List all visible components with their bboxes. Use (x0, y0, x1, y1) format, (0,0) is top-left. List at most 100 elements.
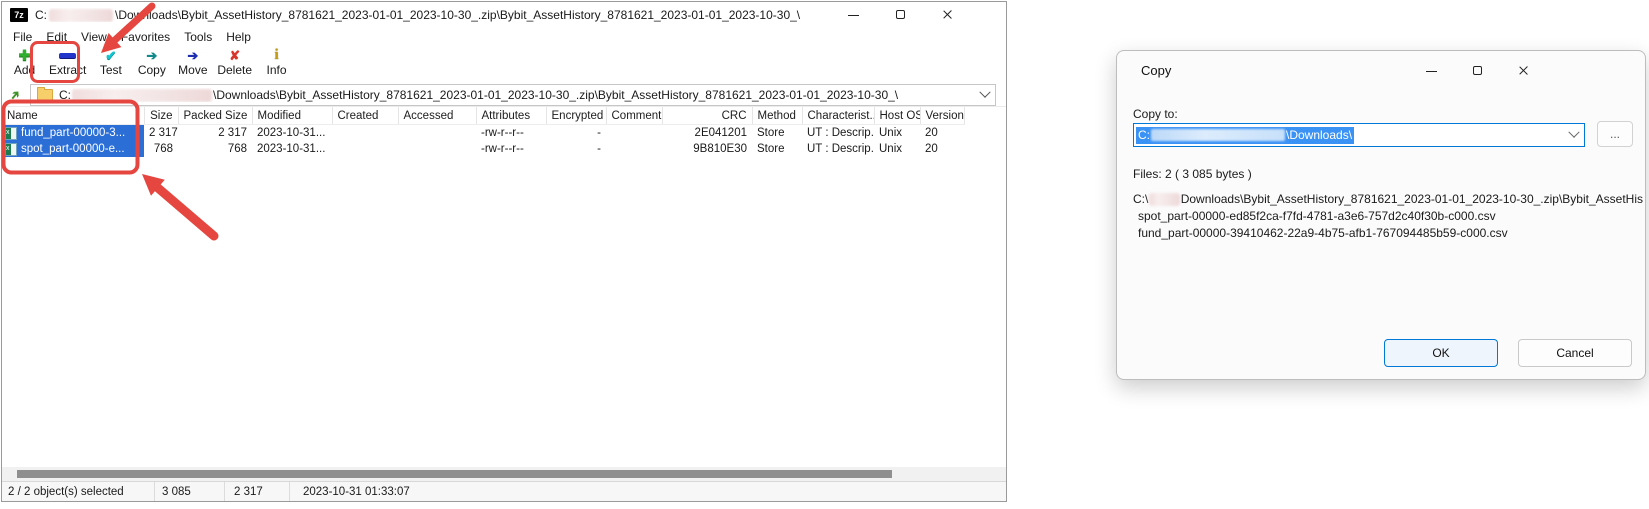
column-header-name[interactable]: Name (2, 107, 144, 125)
move-button[interactable]: Move (172, 47, 213, 77)
test-button[interactable]: Test (90, 47, 131, 77)
source-archive-path: C:\ Downloads\Bybit_AssetHistory_8781621_… (1133, 191, 1643, 208)
cell-packed-size: 2 317 (178, 125, 252, 142)
close-icon[interactable] (941, 8, 954, 21)
column-header-created[interactable]: Created (332, 107, 398, 125)
test-label: Test (100, 64, 122, 77)
file-name: spot_part-00000-e... (21, 143, 125, 155)
minimize-icon[interactable] (1425, 64, 1438, 77)
dialog-title: Copy (1141, 63, 1171, 78)
redacted-user-folder (49, 9, 113, 22)
horizontal-scrollbar[interactable] (2, 467, 1006, 481)
cancel-button[interactable]: Cancel (1518, 339, 1632, 367)
destination-combobox[interactable]: C:\Downloads\ (1133, 123, 1585, 147)
address-bar[interactable]: C:\Downloads\Bybit_AssetHistory_8781621_… (30, 84, 996, 106)
address-dropdown-chevron-icon[interactable] (979, 87, 990, 98)
address-archive-path: \Downloads\Bybit_AssetHistory_8781621_20… (213, 88, 898, 102)
copy-button[interactable]: Copy (131, 47, 172, 77)
file-row-fund[interactable]: fund_part-00000-3... 2 317 2 317 2023-10… (2, 125, 964, 142)
maximize-icon[interactable] (1471, 64, 1484, 77)
destination-dropdown-chevron-icon[interactable] (1568, 127, 1579, 138)
column-header-size[interactable]: Size (144, 107, 178, 125)
source-archive-path-text: Downloads\Bybit_AssetHistory_8781621_202… (1181, 191, 1643, 208)
file-row-spot[interactable]: spot_part-00000-e... 768 768 2023-10-31.… (2, 141, 964, 157)
move-arrow-icon (187, 47, 198, 64)
menu-help[interactable]: Help (219, 30, 258, 44)
folder-icon (37, 89, 53, 102)
maximize-icon[interactable] (894, 8, 907, 21)
cell-version: 20 (920, 125, 964, 142)
destination-folder: \Downloads\ (1286, 128, 1352, 142)
menu-favorites[interactable]: Favorites (114, 30, 177, 44)
minimize-icon[interactable] (847, 8, 860, 21)
column-header-attributes[interactable]: Attributes (476, 107, 546, 125)
menu-tools[interactable]: Tools (177, 30, 219, 44)
copy-dialog: Copy Copy to: C:\Downloads\ ... Files: 2… (1116, 50, 1646, 380)
column-header-host-os[interactable]: Host OS (874, 107, 920, 125)
7zip-window: 7z C: \Downloads\Bybit_AssetHistory_87816… (1, 1, 1007, 502)
title-drive-prefix: C: (35, 8, 47, 22)
csv-file-icon (5, 127, 17, 140)
copy-arrow-icon (146, 47, 157, 64)
column-header-encrypted[interactable]: Encrypted (546, 107, 606, 125)
cell-size: 2 317 (144, 125, 178, 142)
add-label: Add (14, 64, 35, 77)
cell-method: Store (752, 125, 802, 142)
horizontal-scrollbar-thumb[interactable] (17, 470, 892, 478)
close-icon[interactable] (1517, 64, 1530, 77)
info-icon (274, 47, 278, 64)
up-one-level-icon[interactable] (8, 88, 22, 102)
delete-button[interactable]: Delete (213, 47, 256, 77)
menu-file[interactable]: File (6, 30, 39, 44)
cell-characteristics: UT : Descrip... (802, 125, 874, 142)
redacted-user-folder (1149, 193, 1179, 206)
cell-name[interactable]: fund_part-00000-3... (2, 125, 144, 142)
titlebar: 7z C: \Downloads\Bybit_AssetHistory_87816… (2, 2, 1006, 28)
cell-accessed (398, 141, 476, 157)
menu-bar: File Edit View Favorites Tools Help (2, 28, 1006, 45)
column-header-version[interactable]: Version (920, 107, 964, 125)
delete-label: Delete (217, 64, 252, 77)
dialog-window-controls (1425, 64, 1530, 77)
files-summary: Files: 2 ( 3 085 bytes ) (1133, 167, 1252, 181)
destination-selected-text: C:\Downloads\ (1136, 127, 1354, 144)
file-list: Name Size Packed Size Modified Created A… (2, 106, 1006, 481)
extract-button[interactable]: Extract (45, 47, 90, 77)
column-header-modified[interactable]: Modified (252, 107, 332, 125)
cell-host-os: Unix (874, 141, 920, 157)
column-header-packed-size[interactable]: Packed Size (178, 107, 252, 125)
window-title: C: \Downloads\Bybit_AssetHistory_8781621_… (35, 8, 835, 22)
status-total-size: 3 085 (154, 482, 224, 501)
ok-button[interactable]: OK (1384, 339, 1498, 367)
screenshot-canvas: 7z C:\Downloads\Bybit_AssetHistory_87816… (0, 0, 1649, 509)
test-checkmark-icon (105, 47, 116, 64)
source-drive-prefix: C:\ (1133, 191, 1148, 208)
cell-version: 20 (920, 141, 964, 157)
menu-view[interactable]: View (74, 30, 114, 44)
cell-attributes: -rw-r--r-- (476, 125, 546, 142)
redacted-user-folder (72, 89, 212, 102)
info-button[interactable]: Info (256, 47, 297, 77)
window-controls (847, 8, 954, 21)
source-file-2: fund_part-00000-39410462-22a9-4b75-afb1-… (1133, 225, 1643, 242)
source-file-1: spot_part-00000-ed85f2ca-f7fd-4781-a3e6-… (1133, 208, 1643, 225)
column-header-comment[interactable]: Comment (606, 107, 662, 125)
file-name: fund_part-00000-3... (21, 127, 125, 139)
cell-host-os: Unix (874, 125, 920, 142)
column-header-accessed[interactable]: Accessed (398, 107, 476, 125)
browse-button[interactable]: ... (1597, 121, 1633, 147)
cell-characteristics: UT : Descrip... (802, 141, 874, 157)
cell-name[interactable]: spot_part-00000-e... (2, 141, 144, 157)
column-header-row: Name Size Packed Size Modified Created A… (2, 107, 964, 125)
copy-label: Copy (138, 64, 166, 77)
column-header-characteristics[interactable]: Characterist... (802, 107, 874, 125)
title-archive-path: \Downloads\Bybit_AssetHistory_8781621_20… (115, 8, 800, 22)
cell-packed-size: 768 (178, 141, 252, 157)
add-button[interactable]: Add (4, 47, 45, 77)
status-selected-size: 2 317 (224, 482, 289, 501)
menu-edit[interactable]: Edit (39, 30, 74, 44)
column-header-crc[interactable]: CRC (662, 107, 752, 125)
7zip-app-icon: 7z (10, 8, 28, 22)
column-header-method[interactable]: Method (752, 107, 802, 125)
cell-modified: 2023-10-31... (252, 125, 332, 142)
